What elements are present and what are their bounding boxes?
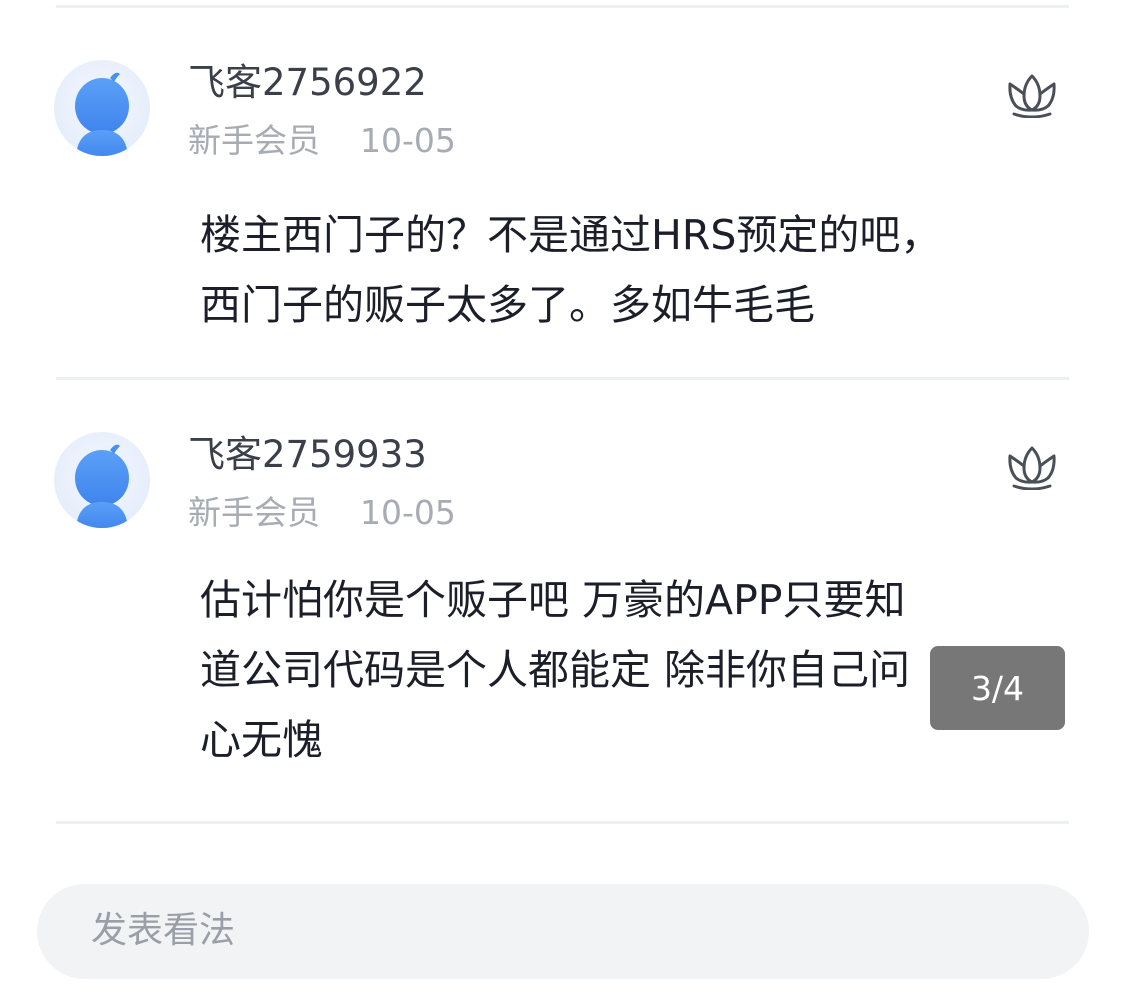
divider <box>56 821 1069 824</box>
comment-meta: 新手会员 10-05 <box>188 120 456 162</box>
comment-text: 楼主西门子的？不是通过HRS预定的吧， 西门子的贩子太多了。多如牛毛毛 <box>200 200 1060 340</box>
lotus-like-icon[interactable] <box>1006 70 1058 118</box>
comment-input-placeholder: 发表看法 <box>91 910 236 951</box>
divider <box>56 5 1069 8</box>
comment-text-line: 楼主西门子的？不是通过HRS预定的吧， <box>200 211 942 259</box>
comment-item: 飞客2756922 新手会员 10-05 楼主西门子的？不是通过HRS预定的吧， … <box>0 60 1125 330</box>
comment-date: 10-05 <box>360 493 456 532</box>
image-page-indicator: 3/4 <box>930 646 1065 730</box>
member-level: 新手会员 <box>188 121 320 160</box>
comment-meta: 新手会员 10-05 <box>188 492 456 534</box>
lotus-like-icon[interactable] <box>1006 442 1058 490</box>
default-avatar-icon[interactable] <box>54 60 150 156</box>
comment-text-line: 估计怕你是个贩子吧 万豪的APP只要知 <box>200 576 906 624</box>
divider <box>56 377 1069 380</box>
comment-date: 10-05 <box>360 121 456 160</box>
username[interactable]: 飞客2759933 <box>188 432 427 478</box>
comment-text-line: 西门子的贩子太多了。多如牛毛毛 <box>200 281 815 329</box>
comment-thread: 飞客2756922 新手会员 10-05 楼主西门子的？不是通过HRS预定的吧， … <box>0 0 1125 1006</box>
username[interactable]: 飞客2756922 <box>188 60 427 106</box>
member-level: 新手会员 <box>188 493 320 532</box>
comment-input[interactable]: 发表看法 <box>37 884 1089 979</box>
default-avatar-icon[interactable] <box>54 432 150 528</box>
